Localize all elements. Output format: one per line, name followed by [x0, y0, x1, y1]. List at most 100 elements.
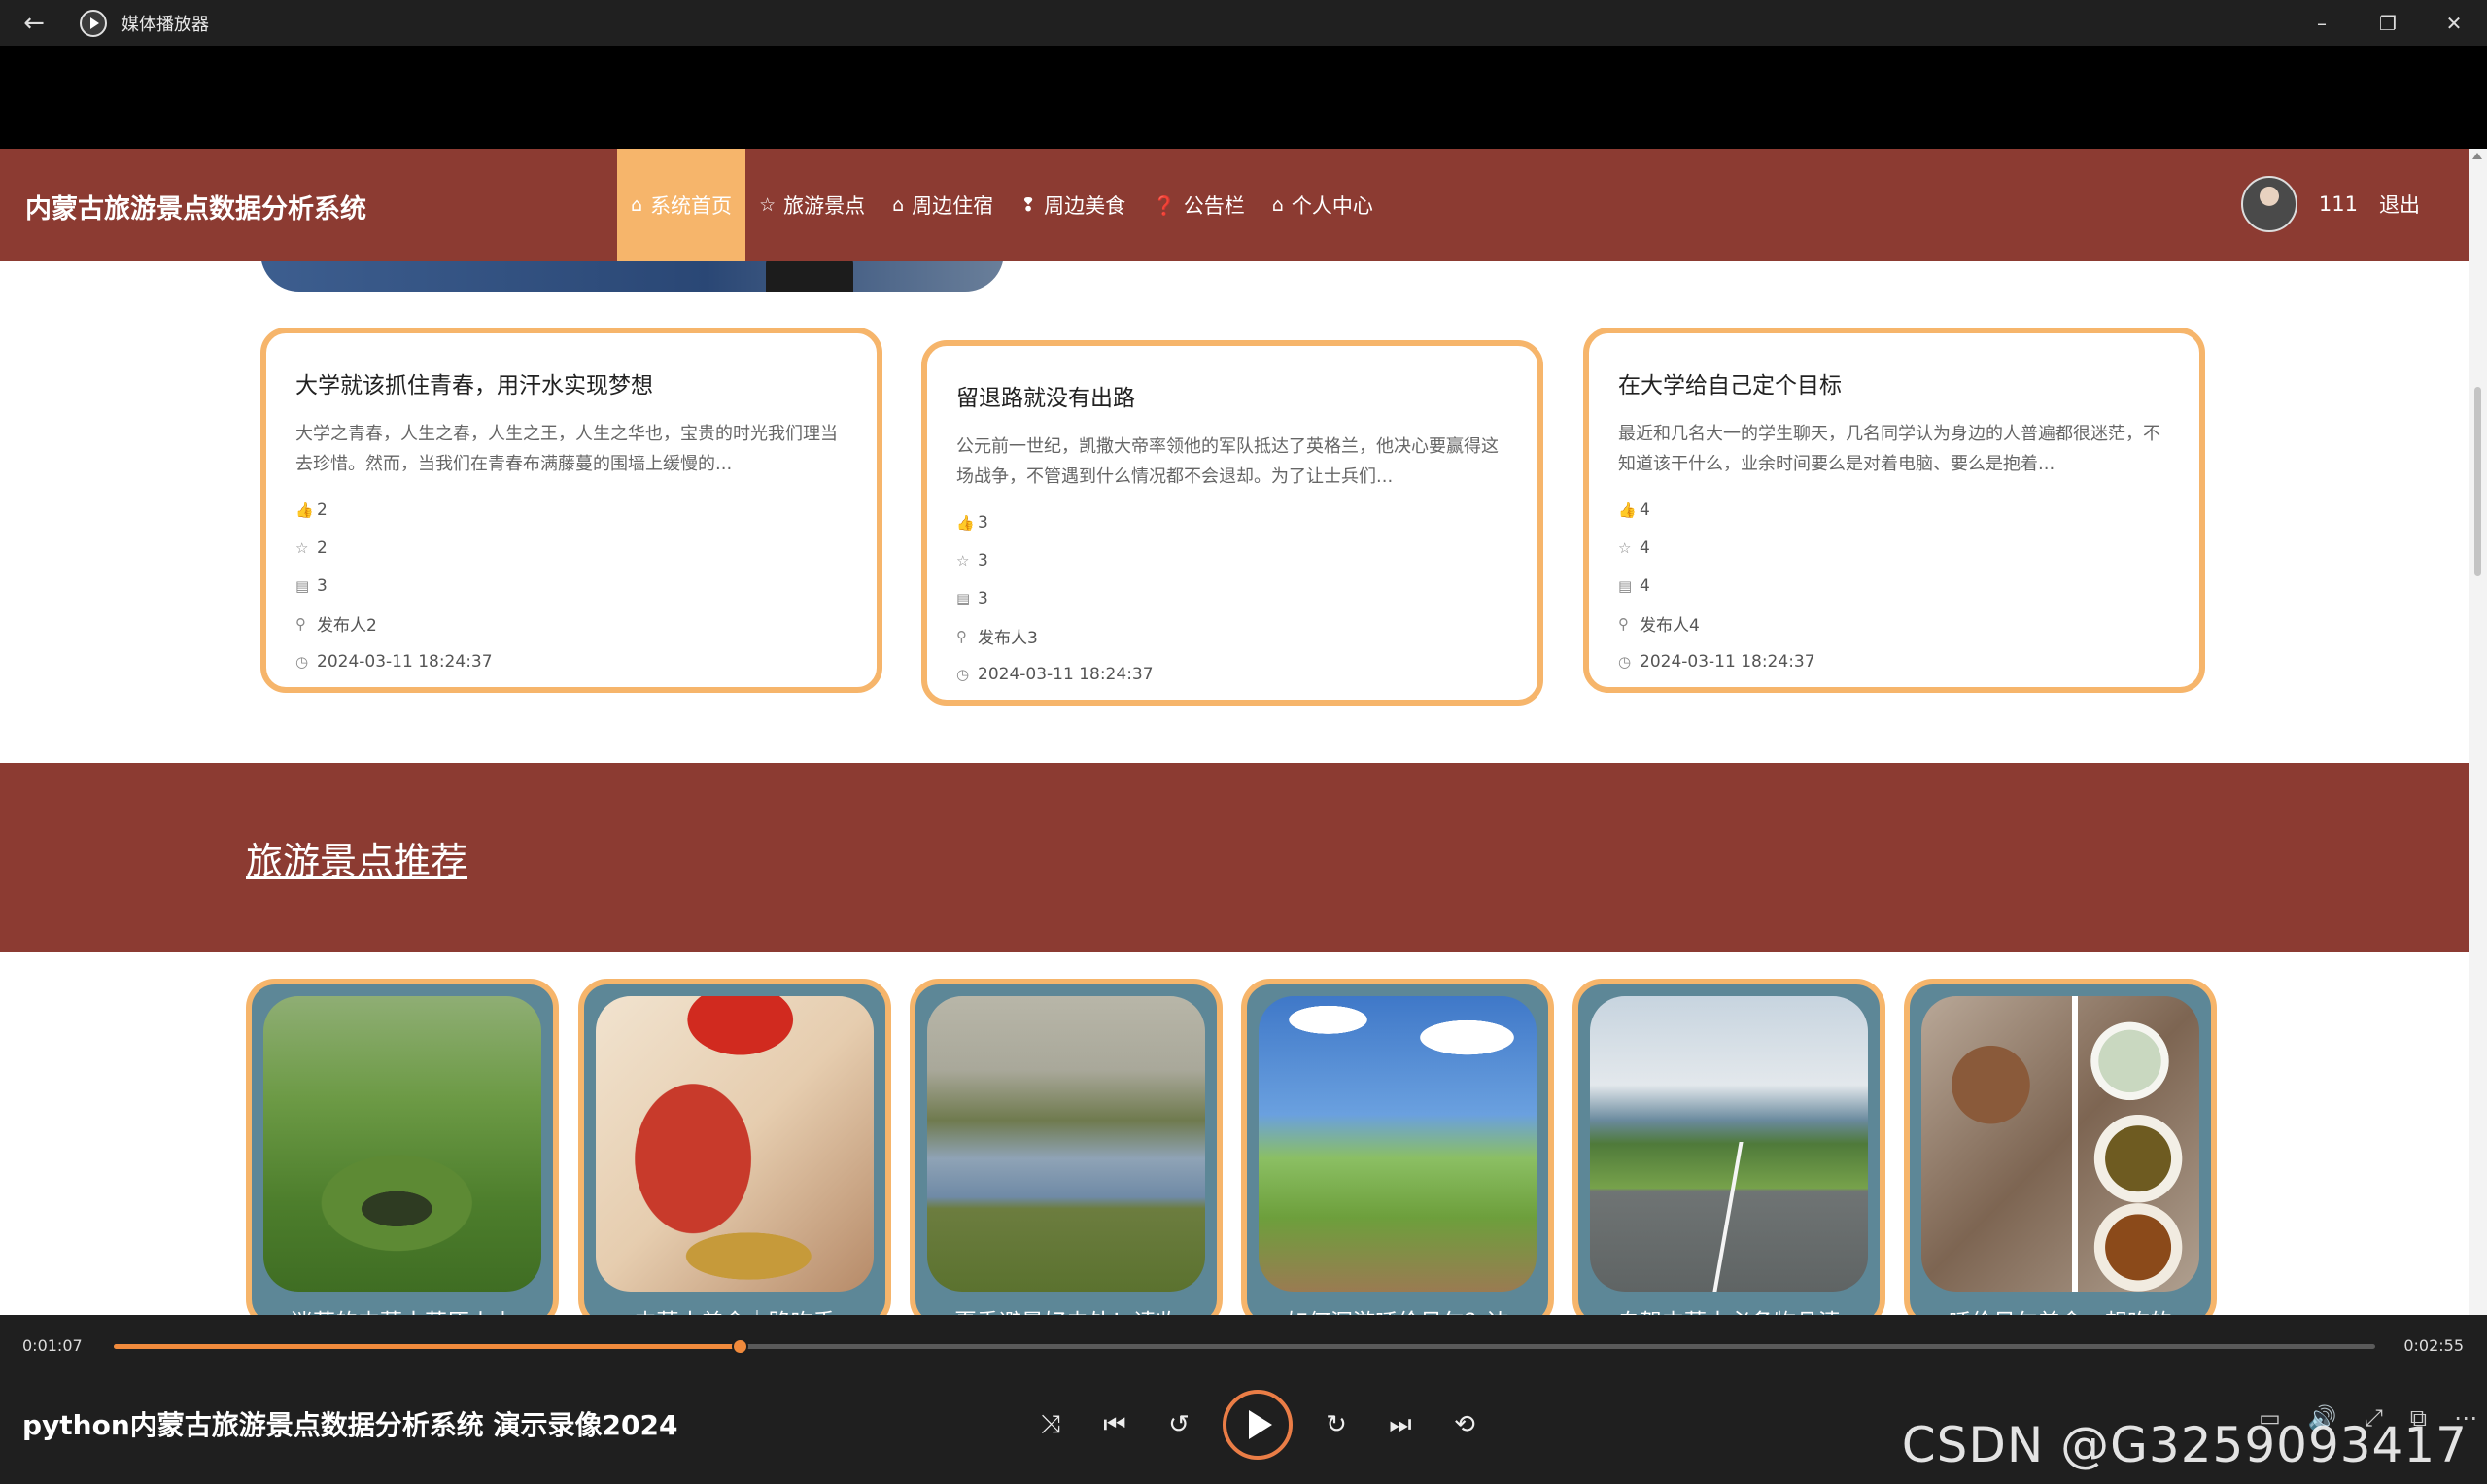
forward-30-icon[interactable]: ↻	[1304, 1393, 1368, 1457]
notice-comments: ▤ 3	[295, 567, 847, 604]
restore-button[interactable]: ❐	[2355, 0, 2421, 46]
publisher-name: 发布人4	[1640, 616, 1700, 636]
comments-count: 4	[1640, 575, 1650, 596]
star-icon: ☆	[759, 194, 777, 216]
attraction-card[interactable]: 迷落的内蒙古草原火山	[246, 979, 559, 1315]
favorites-count: 2	[317, 537, 328, 558]
media-title: python内蒙古旅游景点数据分析系统 演示录像2024	[22, 1409, 678, 1441]
notice-likes: 👍 4	[1618, 491, 2170, 529]
comment-icon: ▤	[956, 589, 971, 607]
notice-card[interactable]: 大学就该抓住青春，用汗水实现梦想 大学之青春，人生之春，人生之王，人生之华也，宝…	[260, 328, 882, 693]
likes-count: 4	[1640, 500, 1650, 520]
section-title[interactable]: 旅游景点推荐	[246, 831, 467, 884]
comments-count: 3	[978, 588, 988, 608]
attraction-image[interactable]	[1921, 996, 2199, 1292]
username[interactable]: 111	[2319, 192, 2358, 216]
notice-comments: ▤ 4	[1618, 567, 2170, 604]
attraction-caption[interactable]: 迷落的内蒙古草原火山	[263, 1303, 541, 1315]
user-box: 111 退出	[2240, 176, 2420, 232]
attraction-image[interactable]	[1259, 996, 1537, 1292]
favorites-count: 3	[978, 550, 988, 570]
home-icon: ⌂	[631, 194, 643, 216]
comment-icon: ▤	[295, 576, 310, 595]
likes-count: 2	[317, 500, 328, 520]
notice-favorites: ☆ 4	[1618, 529, 2170, 567]
logout-link[interactable]: 退出	[2379, 190, 2420, 219]
attraction-image[interactable]	[596, 996, 874, 1292]
nav-item-label: 系统首页	[650, 194, 733, 218]
scroll-up-arrow-icon[interactable]	[2472, 153, 2482, 159]
publisher-name: 发布人2	[317, 616, 377, 636]
comments-count: 3	[317, 575, 328, 596]
video-viewport[interactable]: 内蒙古旅游景点数据分析系统 ⌂ 系统首页 ☆ 旅游景点 ⌂ 周边住宿 ❢ 周边美食 ❓ 公…	[0, 149, 2469, 1315]
minimize-button[interactable]: –	[2289, 0, 2355, 46]
clock-icon: ◷	[295, 652, 309, 671]
favorites-count: 4	[1640, 537, 1650, 558]
nav-item-notices[interactable]: ❓ 公告栏	[1139, 149, 1259, 261]
close-button[interactable]: ✕	[2421, 0, 2487, 46]
page-scrollbar[interactable]	[2469, 149, 2487, 1315]
nav-item-attractions[interactable]: ☆ 旅游景点	[745, 149, 879, 261]
clock-icon: ◷	[1618, 652, 1632, 671]
attraction-caption[interactable]: 夏季避暑好去处！请收	[927, 1303, 1205, 1315]
avatar[interactable]	[2240, 176, 2297, 232]
notice-likes: 👍 2	[295, 491, 847, 529]
back-arrow-icon[interactable]: ←	[0, 0, 68, 46]
previous-icon[interactable]: ⏮	[1083, 1393, 1147, 1457]
star-icon: ☆	[956, 551, 970, 569]
next-icon[interactable]: ⏭	[1368, 1393, 1433, 1457]
publish-time: 2024-03-11 18:24:37	[978, 664, 1154, 684]
notice-publisher: ⚲ 发布人4	[1618, 604, 2170, 642]
play-button[interactable]	[1223, 1390, 1293, 1460]
thumbs-up-icon: 👍	[1618, 500, 1637, 519]
notice-card[interactable]: 在大学给自己定个目标 最近和几名大一的学生聊天，几名同学认为身边的人普遍都很迷茫…	[1583, 328, 2205, 693]
attraction-card[interactable]: 夏季避暑好去处！请收	[910, 979, 1223, 1315]
site-navbar: 内蒙古旅游景点数据分析系统 ⌂ 系统首页 ☆ 旅游景点 ⌂ 周边住宿 ❢ 周边美食 ❓ 公…	[0, 149, 2469, 261]
notice-desc: 大学之青春，人生之春，人生之王，人生之华也，宝贵的时光我们理当去珍惜。然而，当我…	[295, 424, 838, 474]
notice-favorites: ☆ 2	[295, 529, 847, 567]
notice-title[interactable]: 在大学给自己定个目标	[1618, 366, 2170, 399]
attraction-card[interactable]: 呼伦贝尔美食，想吃的	[1904, 979, 2217, 1315]
notice-desc: 最近和几名大一的学生聊天，几名同学认为身边的人普遍都很迷茫，不知道该干什么，业余…	[1618, 424, 2160, 474]
nav-menu: ⌂ 系统首页 ☆ 旅游景点 ⌂ 周边住宿 ❢ 周边美食 ❓ 公告栏 ⌂ 个人中心	[617, 149, 1387, 261]
attraction-card[interactable]: 内蒙古美食｜路吃手	[578, 979, 891, 1315]
scrollbar-thumb[interactable]	[2474, 387, 2481, 576]
repeat-off-icon[interactable]: ⟲	[1433, 1393, 1497, 1457]
seek-bar-handle[interactable]	[732, 1338, 749, 1355]
attraction-caption[interactable]: 自驾内蒙古必备物品清	[1590, 1303, 1868, 1315]
site-brand: 内蒙古旅游景点数据分析系统	[25, 194, 366, 224]
attraction-card[interactable]: 自驾内蒙古必备物品清	[1572, 979, 1885, 1315]
attraction-caption[interactable]: 呼伦贝尔美食，想吃的	[1921, 1303, 2199, 1315]
attraction-image[interactable]	[927, 996, 1205, 1292]
player-bar: 0:01:07 0:02:55 python内蒙古旅游景点数据分析系统 演示录像…	[0, 1315, 2487, 1484]
notice-publisher: ⚲ 发布人2	[295, 604, 847, 642]
nav-item-lodging[interactable]: ⌂ 周边住宿	[879, 149, 1007, 261]
attraction-image[interactable]	[1590, 996, 1868, 1292]
attraction-caption[interactable]: 内蒙古美食｜路吃手	[596, 1303, 874, 1315]
notice-title[interactable]: 留退路就没有出路	[956, 379, 1508, 412]
notice-comments: ▤ 3	[956, 579, 1508, 617]
user-icon: ⚲	[956, 627, 967, 645]
nav-item-label: 公告栏	[1183, 194, 1245, 218]
house-icon: ⌂	[1271, 194, 1284, 216]
rewind-10-icon[interactable]: ↺	[1147, 1393, 1211, 1457]
attraction-caption[interactable]: 如何深游呼伦贝尔？边	[1259, 1303, 1537, 1315]
shuffle-icon[interactable]: ⤨	[1019, 1393, 1083, 1457]
notice-publisher: ⚲ 发布人3	[956, 617, 1508, 655]
nav-item-label: 周边住宿	[912, 194, 994, 218]
notice-card[interactable]: 留退路就没有出路 公元前一世纪，凯撒大帝率领他的军队抵达了英格兰，他决心要赢得这…	[921, 340, 1543, 706]
seek-bar[interactable]	[114, 1338, 2375, 1355]
user-icon: ⚲	[295, 614, 306, 633]
notice-title[interactable]: 大学就该抓住青春，用汗水实现梦想	[295, 366, 847, 399]
comment-icon: ▤	[1618, 576, 1633, 595]
notice-time: ◷ 2024-03-11 18:24:37	[1618, 642, 2170, 680]
attraction-card[interactable]: 如何深游呼伦贝尔？边	[1241, 979, 1554, 1315]
attraction-image[interactable]	[263, 996, 541, 1292]
nav-item-home[interactable]: ⌂ 系统首页	[617, 149, 746, 261]
nav-item-food[interactable]: ❢ 周边美食	[1007, 149, 1139, 261]
nav-item-profile[interactable]: ⌂ 个人中心	[1259, 149, 1387, 261]
star-icon: ☆	[1618, 538, 1632, 557]
window-titlebar: ← 媒体播放器 – ❐ ✕	[0, 0, 2487, 46]
nav-item-label: 旅游景点	[783, 194, 866, 218]
clock-icon: ◷	[956, 665, 970, 683]
